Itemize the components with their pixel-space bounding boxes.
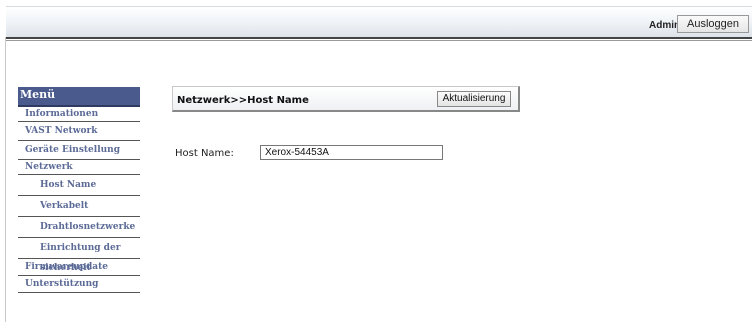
sidebar-item-netzwerk[interactable]: Netzwerk — [18, 160, 140, 175]
logout-button[interactable]: Ausloggen — [677, 15, 749, 33]
sidebar-item-geraete-einstellung[interactable]: Geräte Einstellung — [18, 141, 140, 160]
sidebar-item-host-name[interactable]: Host Name — [18, 175, 140, 196]
refresh-button[interactable]: Aktualisierung — [437, 91, 511, 107]
top-bar — [6, 6, 752, 37]
left-border — [5, 37, 6, 322]
sidebar-item-sicherheit[interactable]: Einrichtung der sicherheit — [18, 238, 140, 273]
top-bar-divider-shadow — [6, 40, 752, 41]
breadcrumb: Netzwerk>>Host Name — [177, 95, 309, 106]
menu-title: Menü — [18, 87, 140, 107]
top-bar-divider — [6, 37, 752, 39]
sidebar-item-vast-network[interactable]: VAST Network — [18, 122, 140, 141]
host-name-label: Host Name: — [175, 148, 234, 159]
current-user: Admin — [649, 20, 681, 31]
sidebar-item-drahtlosnetzwerke[interactable]: Drahtlosnetzwerke — [18, 217, 140, 238]
sidebar-menu: Menü Informationen VAST Network Geräte E… — [18, 87, 140, 293]
sidebar-item-verkabelt[interactable]: Verkabelt — [18, 196, 140, 217]
sidebar-item-unterstuetzung[interactable]: Unterstützung — [18, 276, 140, 293]
host-name-input[interactable]: Xerox-54453A — [260, 145, 443, 160]
section-header: Netzwerk>>Host Name Aktualisierung — [172, 86, 520, 112]
sidebar-item-informationen[interactable]: Informationen — [18, 107, 140, 122]
sidebar-item-firmwareupdate[interactable]: Firmwareupdate — [18, 259, 140, 276]
